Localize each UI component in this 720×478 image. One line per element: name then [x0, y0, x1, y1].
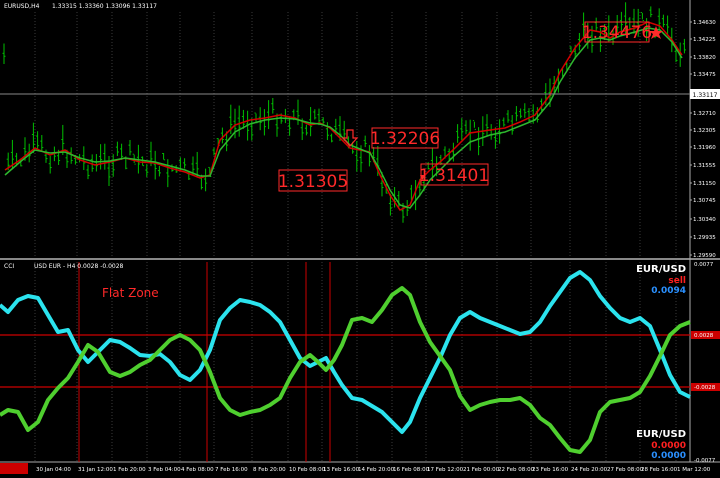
time-axis-label: 7 Feb 16:00: [215, 467, 248, 473]
time-axis-label: 4 Feb 08:00: [181, 467, 214, 473]
ohlc-values: 1.33315 1.33360 1.33096 1.33117: [52, 3, 157, 10]
price-axis-label: 1.29590: [693, 253, 716, 259]
time-axis-label: 10 Feb 08:00: [289, 467, 326, 473]
indicator-axis-label: 0.0028: [694, 333, 714, 339]
price-label-2: 1.32206: [370, 127, 440, 149]
time-axis-label: 1 Mar 12:00: [677, 467, 711, 473]
panel-top-value: 0.0094: [651, 286, 686, 296]
price-label-3: 1.31401: [419, 163, 489, 186]
flat-zone-label: Flat Zone: [102, 286, 159, 300]
price-axis-label: 1.32710: [693, 111, 716, 117]
time-axis: 30 Jan 04:00 31 Jan 12:00 1 Feb 20:00 3 Feb…: [0, 463, 711, 474]
trading-chart[interactable]: 1.34630 1.34225 1.33820 1.33475 1.32710 1.323…: [0, 0, 720, 474]
svg-text:1.32206: 1.32206: [370, 129, 440, 149]
time-axis-label: 17 Feb 12:00: [427, 467, 464, 473]
price-label-4: 1.34476: [582, 21, 652, 43]
price-axis-label: 1.33475: [693, 72, 716, 78]
panel-top-signal: sell: [668, 276, 686, 286]
subwindow-title: CCI: [4, 263, 14, 270]
subwindow-params: USD EUR - H4 0.0028 -0.0028: [34, 263, 124, 270]
price-axis-label: 1.31150: [693, 181, 716, 187]
panel-bottom-value-blue: 0.0000: [651, 451, 686, 461]
price-axis-label: 1.34630: [693, 20, 716, 26]
time-axis-label: 22 Feb 08:00: [498, 467, 535, 473]
time-axis-label: 23 Feb 16:00: [532, 467, 569, 473]
time-axis-label: 1 Feb 20:00: [113, 467, 146, 473]
panel-top-pair: EUR/USD: [636, 264, 686, 275]
indicator-axis-label: -0.0077: [694, 458, 716, 464]
panel-bottom-value-red: 0.0000: [651, 441, 686, 451]
time-axis-label: 16 Feb 08:00: [393, 467, 430, 473]
time-axis-label: 8 Feb 20:00: [253, 467, 286, 473]
time-axis-label: 21 Feb 00:00: [463, 467, 500, 473]
indicator-axis: 0.0077 0.0028 -0.0028 -0.0077: [691, 262, 720, 464]
time-axis-label: 3 Feb 04:00: [148, 467, 181, 473]
time-axis-label: 28 Feb 16:00: [641, 467, 678, 473]
price-axis-label: 1.31960: [693, 145, 716, 151]
panel-bottom-pair: EUR/USD: [636, 429, 686, 440]
time-axis-label: 13 Feb 16:00: [323, 467, 360, 473]
price-label-1: 1.31305: [278, 169, 348, 192]
time-start-tag: [0, 463, 28, 474]
price-axis-label: 1.31555: [693, 163, 716, 169]
price-axis-label: 1.30745: [693, 198, 716, 204]
svg-text:1.31305: 1.31305: [278, 172, 348, 192]
price-axis-label: 1.32305: [693, 128, 716, 134]
price-axis-label: 1.29935: [693, 235, 716, 241]
time-axis-label: 14 Feb 20:00: [358, 467, 395, 473]
price-axis-label: 1.33820: [693, 55, 716, 61]
time-axis-label: 30 Jan 04:00: [36, 467, 71, 473]
price-axis-label: 1.34225: [693, 37, 716, 43]
svg-text:1.34476: 1.34476: [582, 23, 652, 43]
time-axis-label: 31 Jan 12:00: [78, 467, 113, 473]
indicator-axis-label: -0.0028: [694, 385, 716, 391]
time-axis-label: 27 Feb 08:00: [607, 467, 644, 473]
current-price-value: 1.33117: [693, 92, 718, 99]
indicator-axis-label: 0.0077: [694, 262, 714, 268]
svg-text:1.31401: 1.31401: [419, 166, 489, 186]
symbol-info: EURUSD,H4: [4, 3, 40, 10]
price-axis-label: 1.30340: [693, 217, 716, 223]
time-axis-label: 24 Feb 20:00: [571, 467, 608, 473]
price-axis: 1.34630 1.34225 1.33820 1.33475 1.32710 1.323…: [690, 20, 716, 259]
